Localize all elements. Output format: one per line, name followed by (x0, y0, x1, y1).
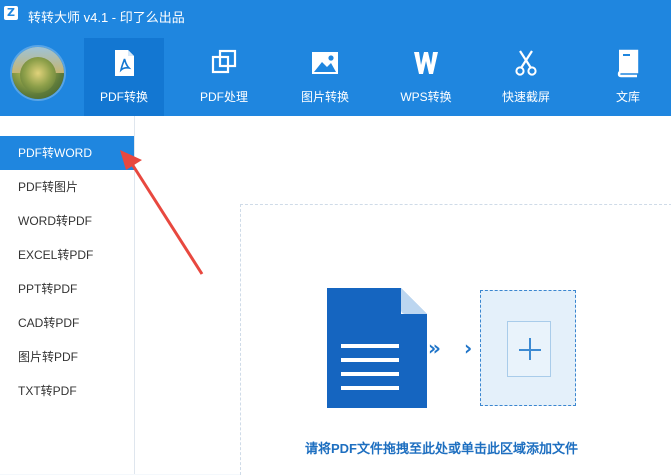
pdf-process-icon (211, 49, 237, 74)
image-icon (312, 52, 338, 74)
add-file-frame (507, 321, 551, 377)
document-icon (327, 288, 427, 408)
app-logo-icon: Z (4, 6, 18, 20)
plus-icon-stem (529, 338, 531, 360)
wps-icon (414, 52, 438, 74)
library-icon (617, 49, 639, 78)
pdf-icon (115, 50, 134, 76)
tab-label: WPS转换 (400, 90, 452, 104)
tab-screenshot[interactable]: 快速截屏 (486, 38, 566, 116)
file-drop-zone[interactable] (240, 204, 671, 475)
sidebar-item-excel-to-pdf[interactable]: EXCEL转PDF (0, 238, 134, 272)
scissors-icon (515, 50, 537, 76)
tab-label: PDF处理 (199, 90, 248, 104)
sidebar-item-txt-to-pdf[interactable]: TXT转PDF (0, 374, 134, 408)
tab-image-convert[interactable]: 图片转换 (285, 38, 365, 116)
sidebar-item-pdf-to-image[interactable]: PDF转图片 (0, 170, 134, 204)
sidebar-item-word-to-pdf[interactable]: WORD转PDF (0, 204, 134, 238)
sidebar-item-cad-to-pdf[interactable]: CAD转PDF (0, 306, 134, 340)
top-toolbar: Z 转转大师 v4.1 - 印了么出品 PDF转换 PDF处理 图片转换 WPS… (0, 0, 671, 116)
app-title: 转转大师 v4.1 - 印了么出品 (28, 10, 185, 25)
tab-label: PDF转换 (99, 90, 148, 104)
tab-library[interactable]: 文库 (590, 38, 666, 116)
avatar[interactable] (12, 47, 64, 99)
tab-label: 快速截屏 (501, 90, 550, 104)
tab-wps-convert[interactable]: WPS转换 (386, 38, 466, 116)
sidebar-item-image-to-pdf[interactable]: 图片转PDF (0, 340, 134, 374)
sidebar-item-pdf-to-word[interactable]: PDF转WORD (0, 136, 134, 170)
title-bar: Z 转转大师 v4.1 - 印了么出品 (0, 0, 671, 30)
sidebar: PDF转WORD PDF转图片 WORD转PDF EXCEL转PDF PPT转P… (0, 116, 135, 474)
tab-pdf-convert[interactable]: PDF转换 (84, 38, 164, 116)
avatar-image (20, 57, 56, 93)
add-file-button[interactable] (480, 290, 576, 406)
chevron-right-icon: › (464, 336, 473, 360)
tab-label: 文库 (615, 90, 640, 104)
tab-label: 图片转换 (300, 90, 349, 104)
sidebar-item-ppt-to-pdf[interactable]: PPT转PDF (0, 272, 134, 306)
double-chevron-icon: » (428, 336, 441, 360)
tab-pdf-process[interactable]: PDF处理 (184, 38, 264, 116)
drop-hint-text: 请将PDF文件拖拽至此处或单击此区域添加文件 (305, 441, 579, 456)
